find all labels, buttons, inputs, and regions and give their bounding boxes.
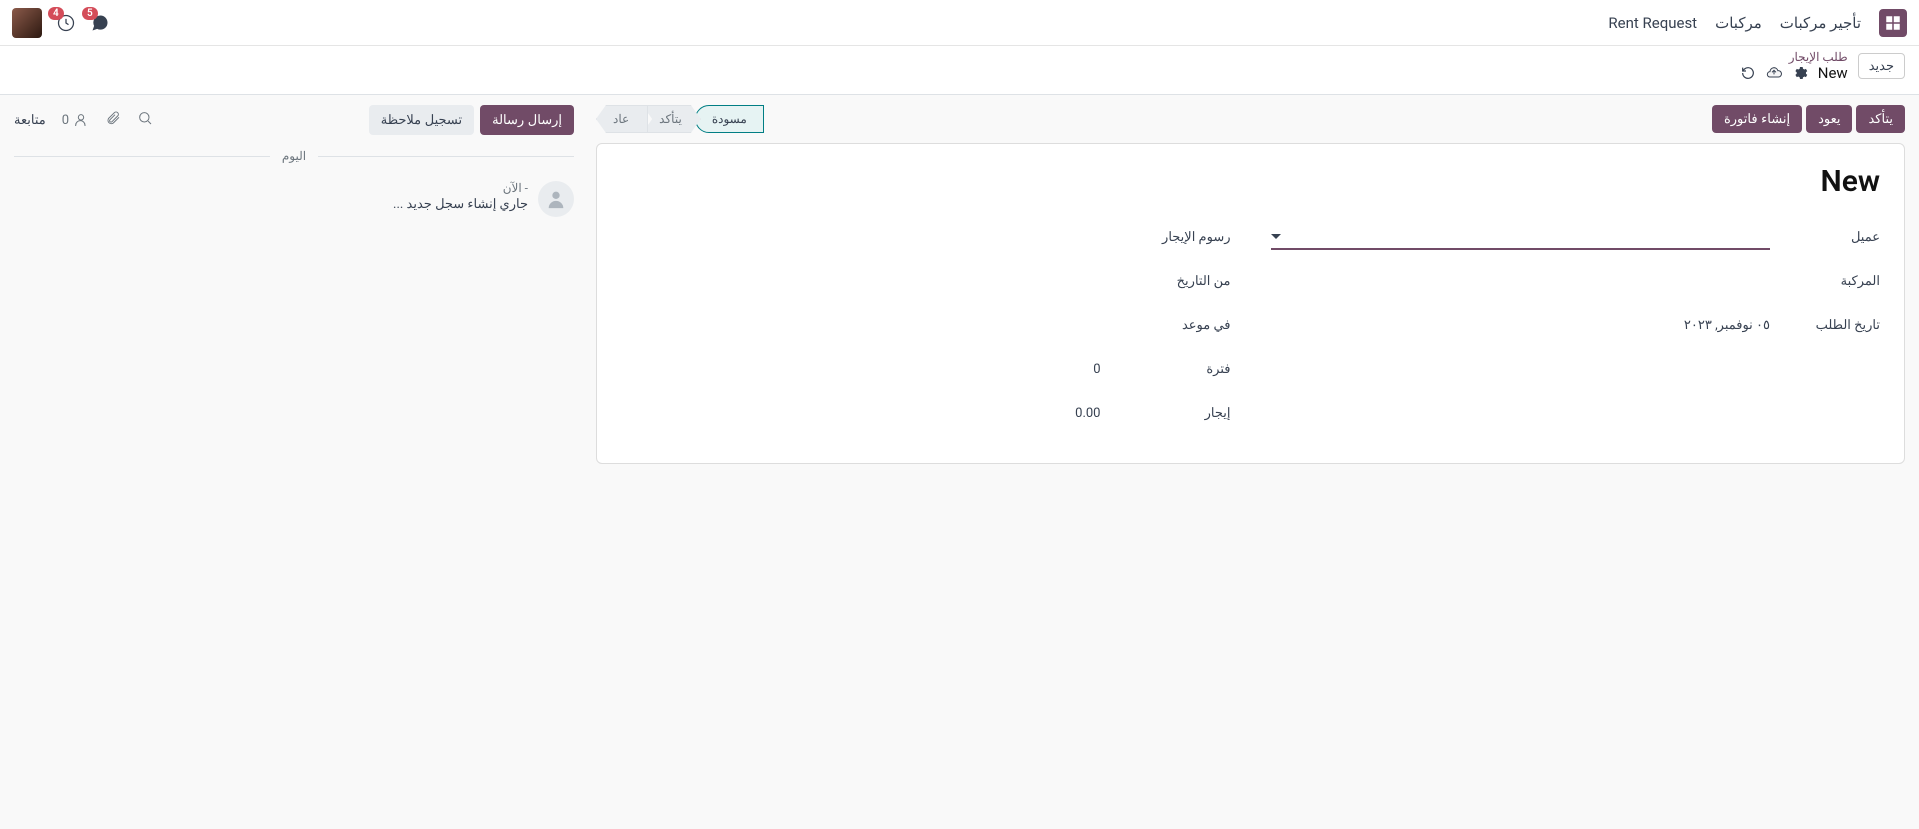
discard-icon[interactable] (1740, 65, 1756, 81)
customer-input[interactable] (1271, 224, 1771, 250)
user-avatar[interactable] (12, 8, 42, 38)
follow-button[interactable]: متابعة (14, 113, 46, 128)
request-date-value[interactable]: ٠٥ نوفمبر, ٢٠٢٣ (1271, 318, 1771, 333)
action-bar: يتأكد يعود إنشاء فاتورة مسودة يتأكد عاد (596, 105, 1905, 133)
breadcrumb-current: New (1740, 64, 1848, 82)
customer-field[interactable] (1281, 229, 1771, 244)
cloud-upload-icon[interactable] (1766, 65, 1782, 81)
form-sheet: New عميل المركبة تاريخ ا (596, 143, 1905, 464)
search-icon[interactable] (137, 110, 153, 130)
label-period: فترة (1121, 362, 1231, 377)
chevron-down-icon[interactable] (1271, 234, 1281, 239)
messaging-badge: 5 (82, 7, 98, 20)
create-invoice-button[interactable]: إنشاء فاتورة (1712, 105, 1802, 133)
activities-icon[interactable]: 4 (56, 13, 76, 33)
confirm-button[interactable]: يتأكد (1856, 105, 1905, 133)
status-bar: مسودة يتأكد عاد (596, 105, 764, 133)
period-value[interactable]: 0 (621, 362, 1121, 377)
top-nav: تأجير مركبات مركبات Rent Request 5 4 (0, 0, 1919, 46)
label-request-date: تاريخ الطلب (1770, 318, 1880, 333)
label-vehicle: المركبة (1770, 274, 1880, 289)
nav-app-title[interactable]: تأجير مركبات (1780, 14, 1861, 32)
chatter: إرسال رسالة تسجيل ملاحظة 0 متابعة اليوم … (14, 105, 574, 217)
activities-badge: 4 (48, 7, 64, 20)
attachment-icon[interactable] (105, 110, 121, 130)
messaging-icon[interactable]: 5 (90, 13, 110, 33)
label-rent-fees: رسوم الإيجار (1121, 230, 1231, 245)
new-button[interactable]: جديد (1858, 53, 1905, 79)
followers-number: 0 (62, 113, 69, 128)
log-item: - الآن جاري إنشاء سجل جديد ... (14, 181, 574, 217)
breadcrumb-row: جديد طلب الإيجار New (0, 46, 1919, 95)
record-title: New (621, 164, 1880, 199)
return-button[interactable]: يعود (1806, 105, 1852, 133)
label-to-date: في موعد (1121, 318, 1231, 333)
breadcrumb-parent-link[interactable]: طلب الإيجار (1740, 50, 1848, 64)
divider-label: اليوم (282, 149, 306, 163)
send-message-button[interactable]: إرسال رسالة (480, 105, 574, 135)
label-customer: عميل (1770, 230, 1880, 245)
app-icon[interactable] (1879, 9, 1907, 37)
followers-count[interactable]: 0 (62, 112, 89, 128)
log-note-button[interactable]: تسجيل ملاحظة (369, 105, 474, 135)
breadcrumb-current-text: New (1818, 64, 1848, 82)
gear-icon[interactable] (1792, 65, 1808, 81)
nav-menu-vehicles[interactable]: مركبات (1715, 14, 1762, 32)
log-message: جاري إنشاء سجل جديد ... (14, 197, 528, 212)
log-timestamp: - الآن (14, 181, 528, 195)
label-rent: إيجار (1121, 406, 1231, 421)
chatter-date-divider: اليوم (14, 149, 574, 163)
nav-menu-rent-request[interactable]: Rent Request (1608, 14, 1697, 32)
log-avatar-icon (538, 181, 574, 217)
label-from-date: من التاريخ (1121, 274, 1231, 289)
status-confirm[interactable]: يتأكد (642, 105, 701, 133)
status-returned[interactable]: عاد (596, 105, 648, 133)
rent-value[interactable]: 0.00 (621, 406, 1121, 421)
status-draft[interactable]: مسودة (695, 105, 764, 133)
